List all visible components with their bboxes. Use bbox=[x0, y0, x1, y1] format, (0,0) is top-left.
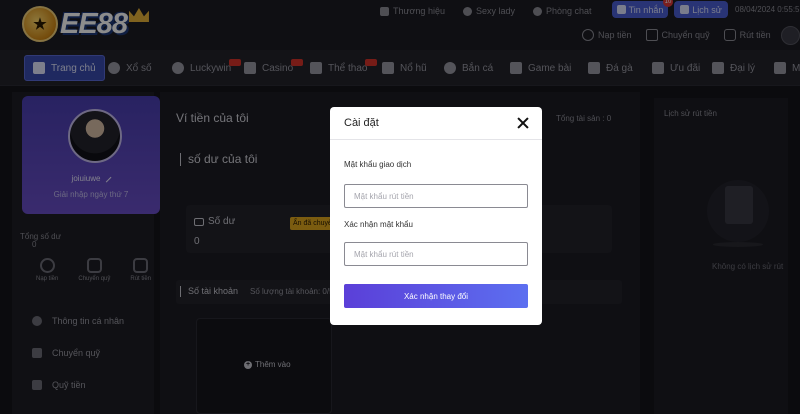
modal-divider bbox=[330, 139, 542, 140]
settings-modal: Cài đặt Mật khẩu giao dịch Xác nhận mật … bbox=[330, 107, 542, 325]
confirm-password-label: Xác nhận mật khẩu bbox=[344, 220, 413, 229]
password-label: Mật khẩu giao dịch bbox=[344, 160, 412, 169]
confirm-password-input[interactable] bbox=[344, 242, 528, 266]
modal-title: Cài đặt bbox=[344, 117, 379, 129]
confirm-change-button[interactable]: Xác nhận thay đổi bbox=[344, 284, 528, 308]
close-icon[interactable] bbox=[516, 116, 530, 130]
password-input[interactable] bbox=[344, 184, 528, 208]
